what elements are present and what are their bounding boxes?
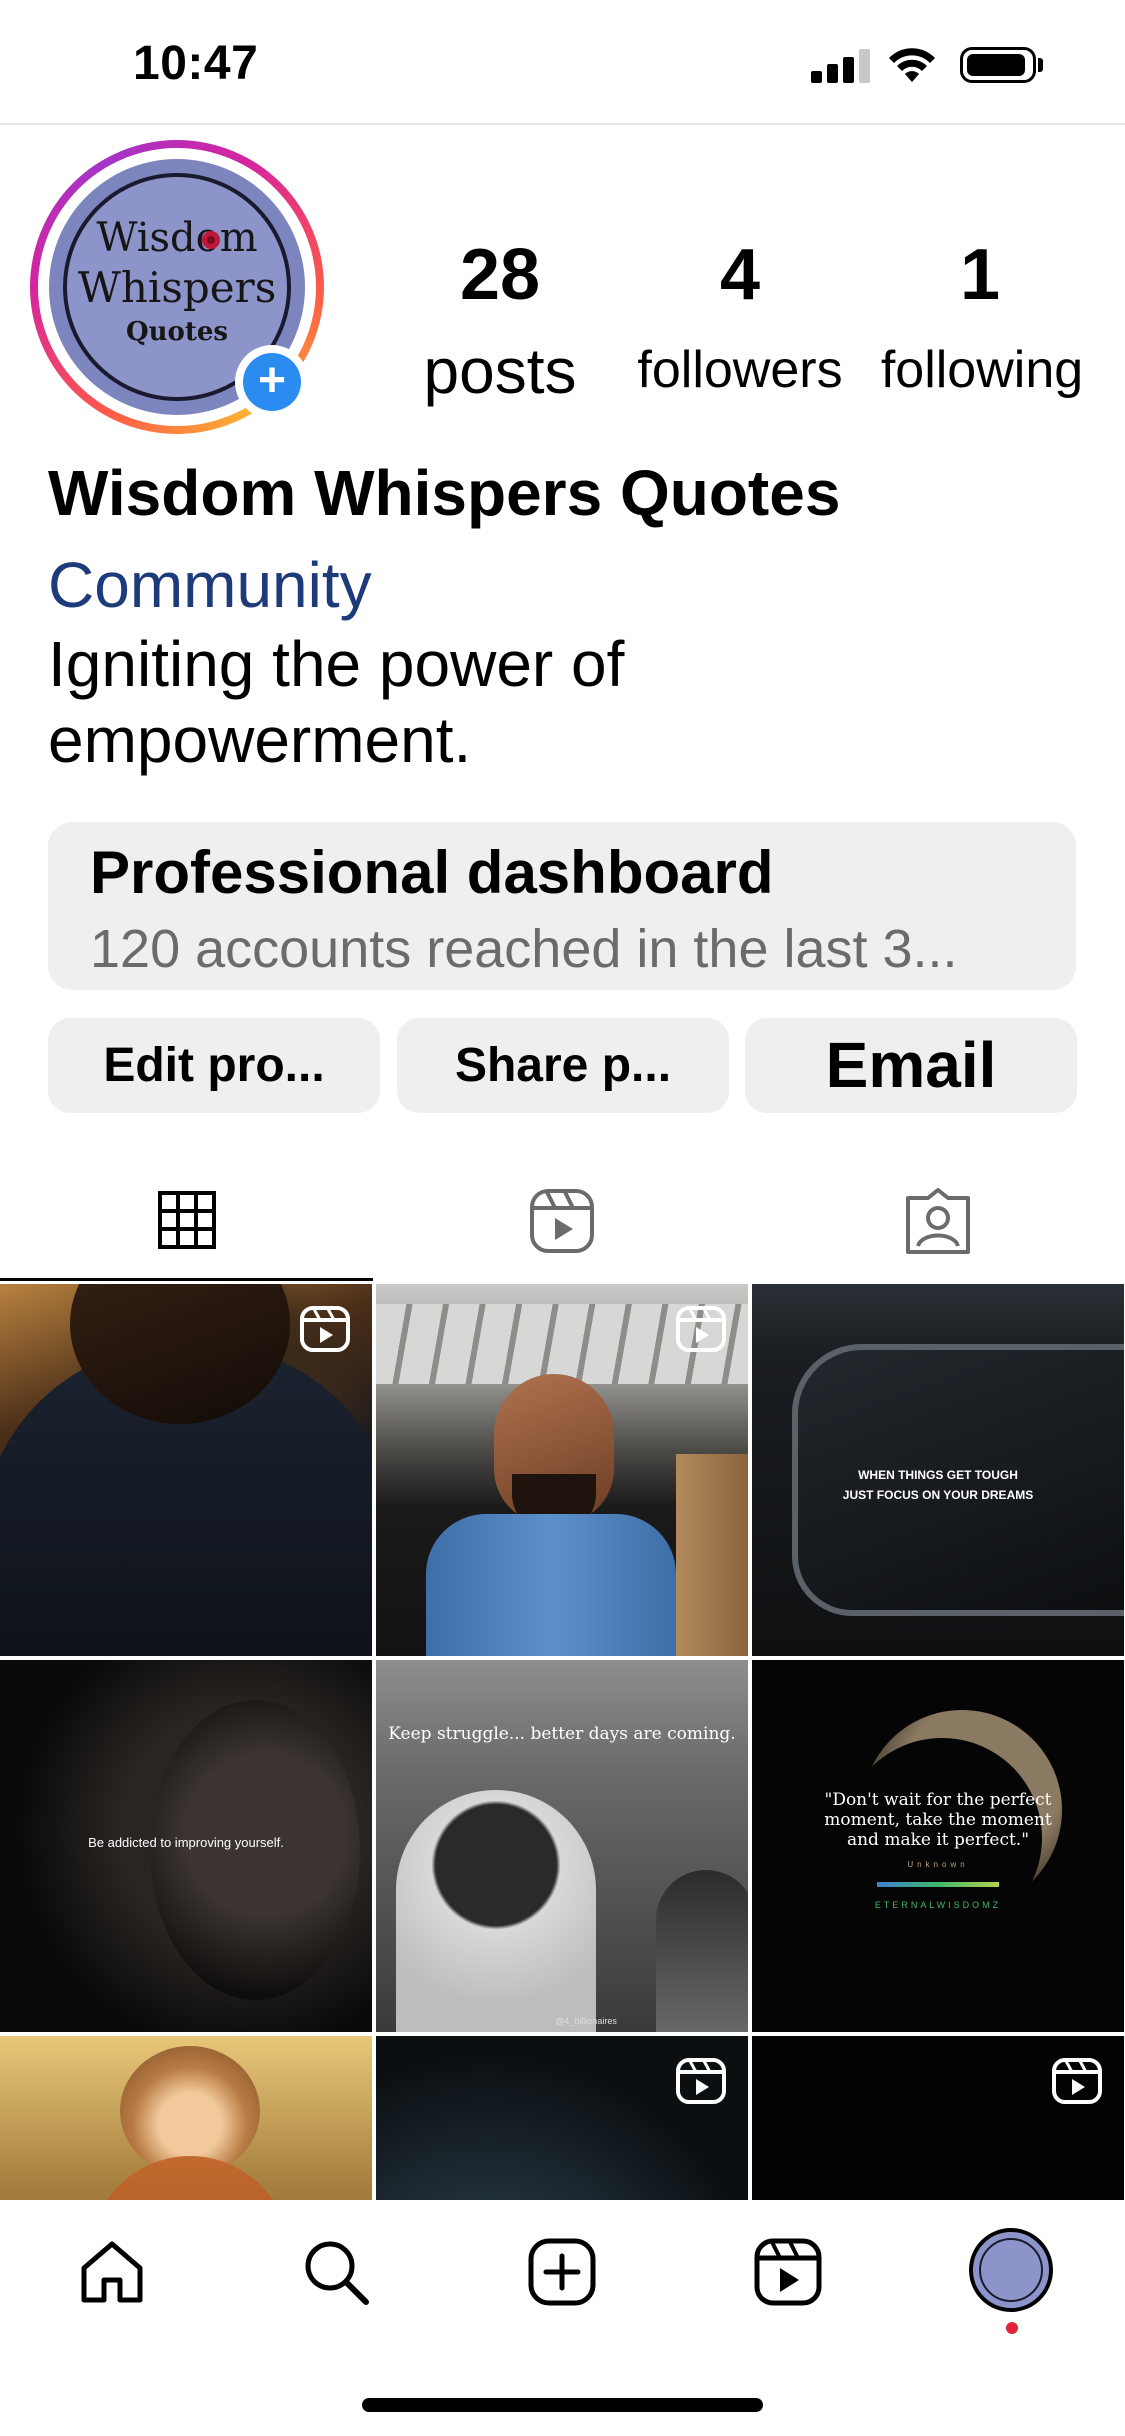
battery-icon (960, 47, 1036, 83)
home-indicator (362, 2398, 763, 2412)
following-count: 1 (959, 235, 1001, 315)
profile-name: Wisdom Whispers Quotes (48, 457, 841, 529)
reel-badge-icon (1052, 2058, 1102, 2104)
quote-attribution: Unknown (907, 1860, 969, 1869)
grid-post[interactable] (376, 1284, 748, 1656)
reels-tab[interactable] (375, 1170, 750, 1280)
post-caption: Keep struggle... better days are coming. (388, 1724, 736, 1744)
reels-icon (530, 1189, 594, 1253)
tagged-person-icon (906, 1188, 970, 1254)
edit-profile-button[interactable]: Edit pro... (48, 1018, 380, 1113)
quote-line2: moment, take the moment (824, 1810, 1052, 1830)
grid-post[interactable]: Be addicted to improving yourself. (0, 1660, 372, 2032)
following-label[interactable]: following (862, 340, 1102, 400)
avatar-logo-line2: Whispers (77, 263, 277, 312)
posts-count: 28 (459, 235, 541, 315)
reel-badge-icon (676, 2058, 726, 2104)
grid-icon (158, 1191, 216, 1249)
reel-badge-icon (676, 1306, 726, 1352)
post-caption-line1: WHEN THINGS GET TOUGH (858, 1468, 1018, 1482)
face-silhouette (150, 1700, 360, 2000)
reel-badge-icon (300, 1306, 350, 1352)
avatar-logo-line3: Quotes (125, 317, 229, 347)
share-profile-button[interactable]: Share p... (397, 1018, 729, 1113)
man-figure (396, 1790, 596, 2032)
dashboard-title: Professional dashboard (90, 839, 774, 906)
post-caption: Be addicted to improving yourself. (88, 1835, 284, 1850)
grid-post[interactable] (0, 1284, 372, 1656)
quote-line3: and make it perfect." (846, 1830, 1030, 1850)
child-figure (656, 1870, 748, 2032)
posts-label[interactable]: posts (400, 334, 600, 408)
quote-brand: ETERNALWISDOMZ (874, 1900, 1002, 1910)
profile-tab-avatar-inner (979, 2238, 1043, 2302)
post-caption-line2: JUST FOCUS ON YOUR DREAMS (842, 1488, 1034, 1502)
wood-panel (676, 1454, 748, 1656)
search-icon[interactable] (300, 2236, 372, 2308)
post-watermark: @4_billionaires (555, 2016, 617, 2026)
battery-cap (1038, 58, 1043, 72)
quote-line1: "Don't wait for the perfect (824, 1790, 1052, 1810)
profile-category[interactable]: Community (48, 548, 372, 622)
followers-label[interactable]: followers (620, 340, 860, 400)
notification-dot (1006, 2322, 1018, 2334)
header-divider (0, 123, 1125, 125)
denim-vest (426, 1514, 676, 1656)
grid-tab[interactable] (0, 1170, 373, 1280)
avatar-logo-line1: Wisdom (96, 215, 258, 261)
wifi-icon (889, 48, 935, 82)
create-icon[interactable] (526, 2236, 598, 2308)
grid-post[interactable]: Keep struggle... better days are coming.… (376, 1660, 748, 2032)
cellular-signal-icon (811, 49, 871, 83)
quote-gradient-bar (877, 1882, 999, 1887)
rose-icon (202, 231, 220, 249)
tagged-tab[interactable] (750, 1170, 1125, 1280)
grid-post[interactable]: "Don't wait for the perfect moment, take… (752, 1660, 1124, 2032)
home-icon[interactable] (76, 2236, 148, 2308)
followers-count: 4 (719, 235, 761, 315)
profile-tab-avatar[interactable] (969, 2228, 1053, 2312)
status-time: 10:47 (133, 37, 259, 90)
dashboard-subtitle: 120 accounts reached in the last 3... (90, 919, 958, 979)
grid-post[interactable]: WHEN THINGS GET TOUGH JUST FOCUS ON YOUR… (752, 1284, 1124, 1656)
add-story-button[interactable]: + (235, 345, 309, 419)
reels-icon[interactable] (752, 2236, 824, 2308)
active-tab-indicator (0, 1278, 373, 1281)
email-button[interactable]: Email (745, 1018, 1077, 1113)
profile-bio: Igniting the power of empowerment. (48, 628, 625, 776)
plus-icon: + (243, 353, 301, 411)
